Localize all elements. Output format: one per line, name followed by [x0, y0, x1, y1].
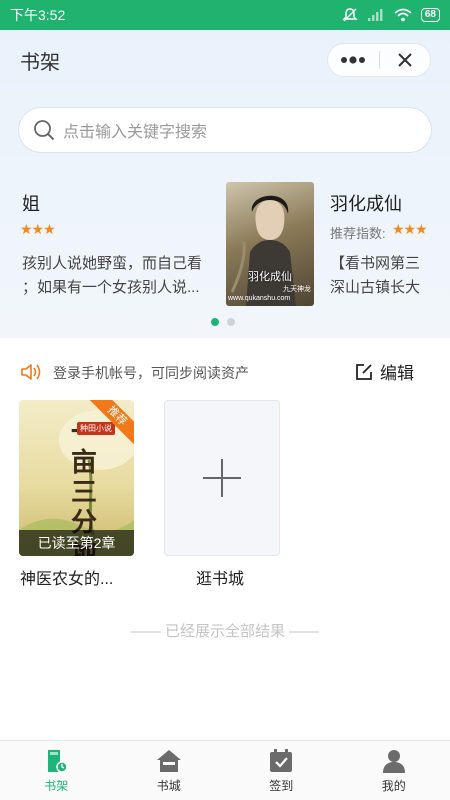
login-notice-bar[interactable]: 登录手机帐号，可同步阅读资产 编辑 — [0, 357, 450, 387]
bookshelf-icon — [48, 750, 68, 773]
user-icon — [382, 750, 405, 773]
carousel-book-desc-1: 【看书网第三 — [330, 255, 421, 272]
status-bar: 下午3:52 68 — [0, 0, 450, 30]
shelf-book-title[interactable]: 神医农女的... — [20, 565, 113, 589]
store-icon — [156, 750, 181, 772]
carousel-dot-active[interactable] — [211, 318, 219, 326]
read-progress-label: 已读至第2章 — [19, 530, 134, 556]
end-of-list-text: —— 已经展示全部结果 —— — [130, 623, 320, 640]
plus-icon — [203, 459, 241, 497]
carousel-rec-stars: ★★★ — [392, 221, 428, 237]
calendar-check-icon — [270, 749, 293, 772]
carousel-book-desc-2: 深山古镇长大 — [330, 279, 421, 296]
edit-button[interactable]: 编辑 — [354, 359, 414, 384]
more-button[interactable] — [328, 44, 379, 76]
shelf-cover-tag: 种田小说 — [77, 422, 115, 435]
signal-icon — [367, 9, 383, 21]
top-area: 书架 点击输入关键字搜索 姐 ★★★ 孩别人说她野蛮，而自己看 ；如果有一个女孩… — [0, 30, 450, 338]
carousel-prev-desc-2: ；如果有一个女孩别人说... — [22, 279, 200, 296]
status-time: 下午3:52 — [10, 7, 66, 23]
edit-icon — [356, 363, 372, 380]
login-notice-text: 登录手机帐号，可同步阅读资产 — [53, 365, 249, 381]
edit-label: 编辑 — [380, 364, 414, 383]
carousel-book-title: 羽化成仙 — [330, 194, 402, 214]
carousel-book-cover[interactable]: 羽化成仙 www.qukanshu.com 九天神龙 — [226, 182, 314, 306]
speaker-icon — [21, 364, 41, 380]
carousel-rec-label: 推荐指数: — [330, 226, 386, 241]
close-icon — [398, 53, 412, 67]
carousel-cover-author: 九天神龙 — [283, 286, 311, 293]
bottom-tab-bar: 书架 书城 签到 我的 — [0, 740, 450, 800]
more-dots-icon — [341, 56, 366, 64]
tab-bookshelf[interactable]: 书架 — [0, 741, 113, 800]
carousel-cover-site: www.qukanshu.com — [228, 295, 291, 302]
tab-label: 书城 — [156, 779, 181, 793]
tab-checkin[interactable]: 签到 — [225, 741, 338, 800]
carousel-indicator — [211, 318, 235, 326]
browse-store-label[interactable]: 逛书城 — [196, 565, 244, 589]
tab-label: 签到 — [269, 779, 294, 793]
tab-profile[interactable]: 我的 — [338, 741, 450, 800]
carousel-prev-title: 姐 — [22, 194, 40, 214]
battery-icon: 68 — [420, 8, 440, 22]
tab-label: 我的 — [381, 779, 406, 793]
mini-program-capsule — [327, 43, 431, 77]
tab-label: 书架 — [44, 779, 69, 793]
carousel-prev-stars: ★★★ — [20, 221, 56, 237]
mute-icon — [342, 8, 358, 22]
carousel-cover-title: 羽化成仙 — [248, 270, 292, 283]
tab-bookstore[interactable]: 书城 — [113, 741, 226, 800]
add-book-button[interactable] — [164, 400, 280, 556]
search-icon — [34, 120, 55, 141]
book-carousel[interactable]: 姐 ★★★ 孩别人说她野蛮，而自己看 ；如果有一个女孩别人说... 羽化成仙 w… — [0, 178, 450, 308]
page-title: 书架 — [20, 52, 60, 74]
status-icons: 68 — [342, 7, 440, 23]
shelf-book-cover[interactable]: 一亩三分地 种田小说 推荐 已读至第2章 — [19, 400, 134, 556]
wifi-icon — [394, 8, 412, 22]
carousel-dot[interactable] — [227, 318, 235, 326]
close-button[interactable] — [379, 44, 430, 76]
carousel-prev-desc-1: 孩别人说她野蛮，而自己看 — [22, 255, 203, 272]
search-placeholder: 点击输入关键字搜索 — [63, 124, 208, 141]
search-input[interactable]: 点击输入关键字搜索 — [18, 107, 432, 153]
